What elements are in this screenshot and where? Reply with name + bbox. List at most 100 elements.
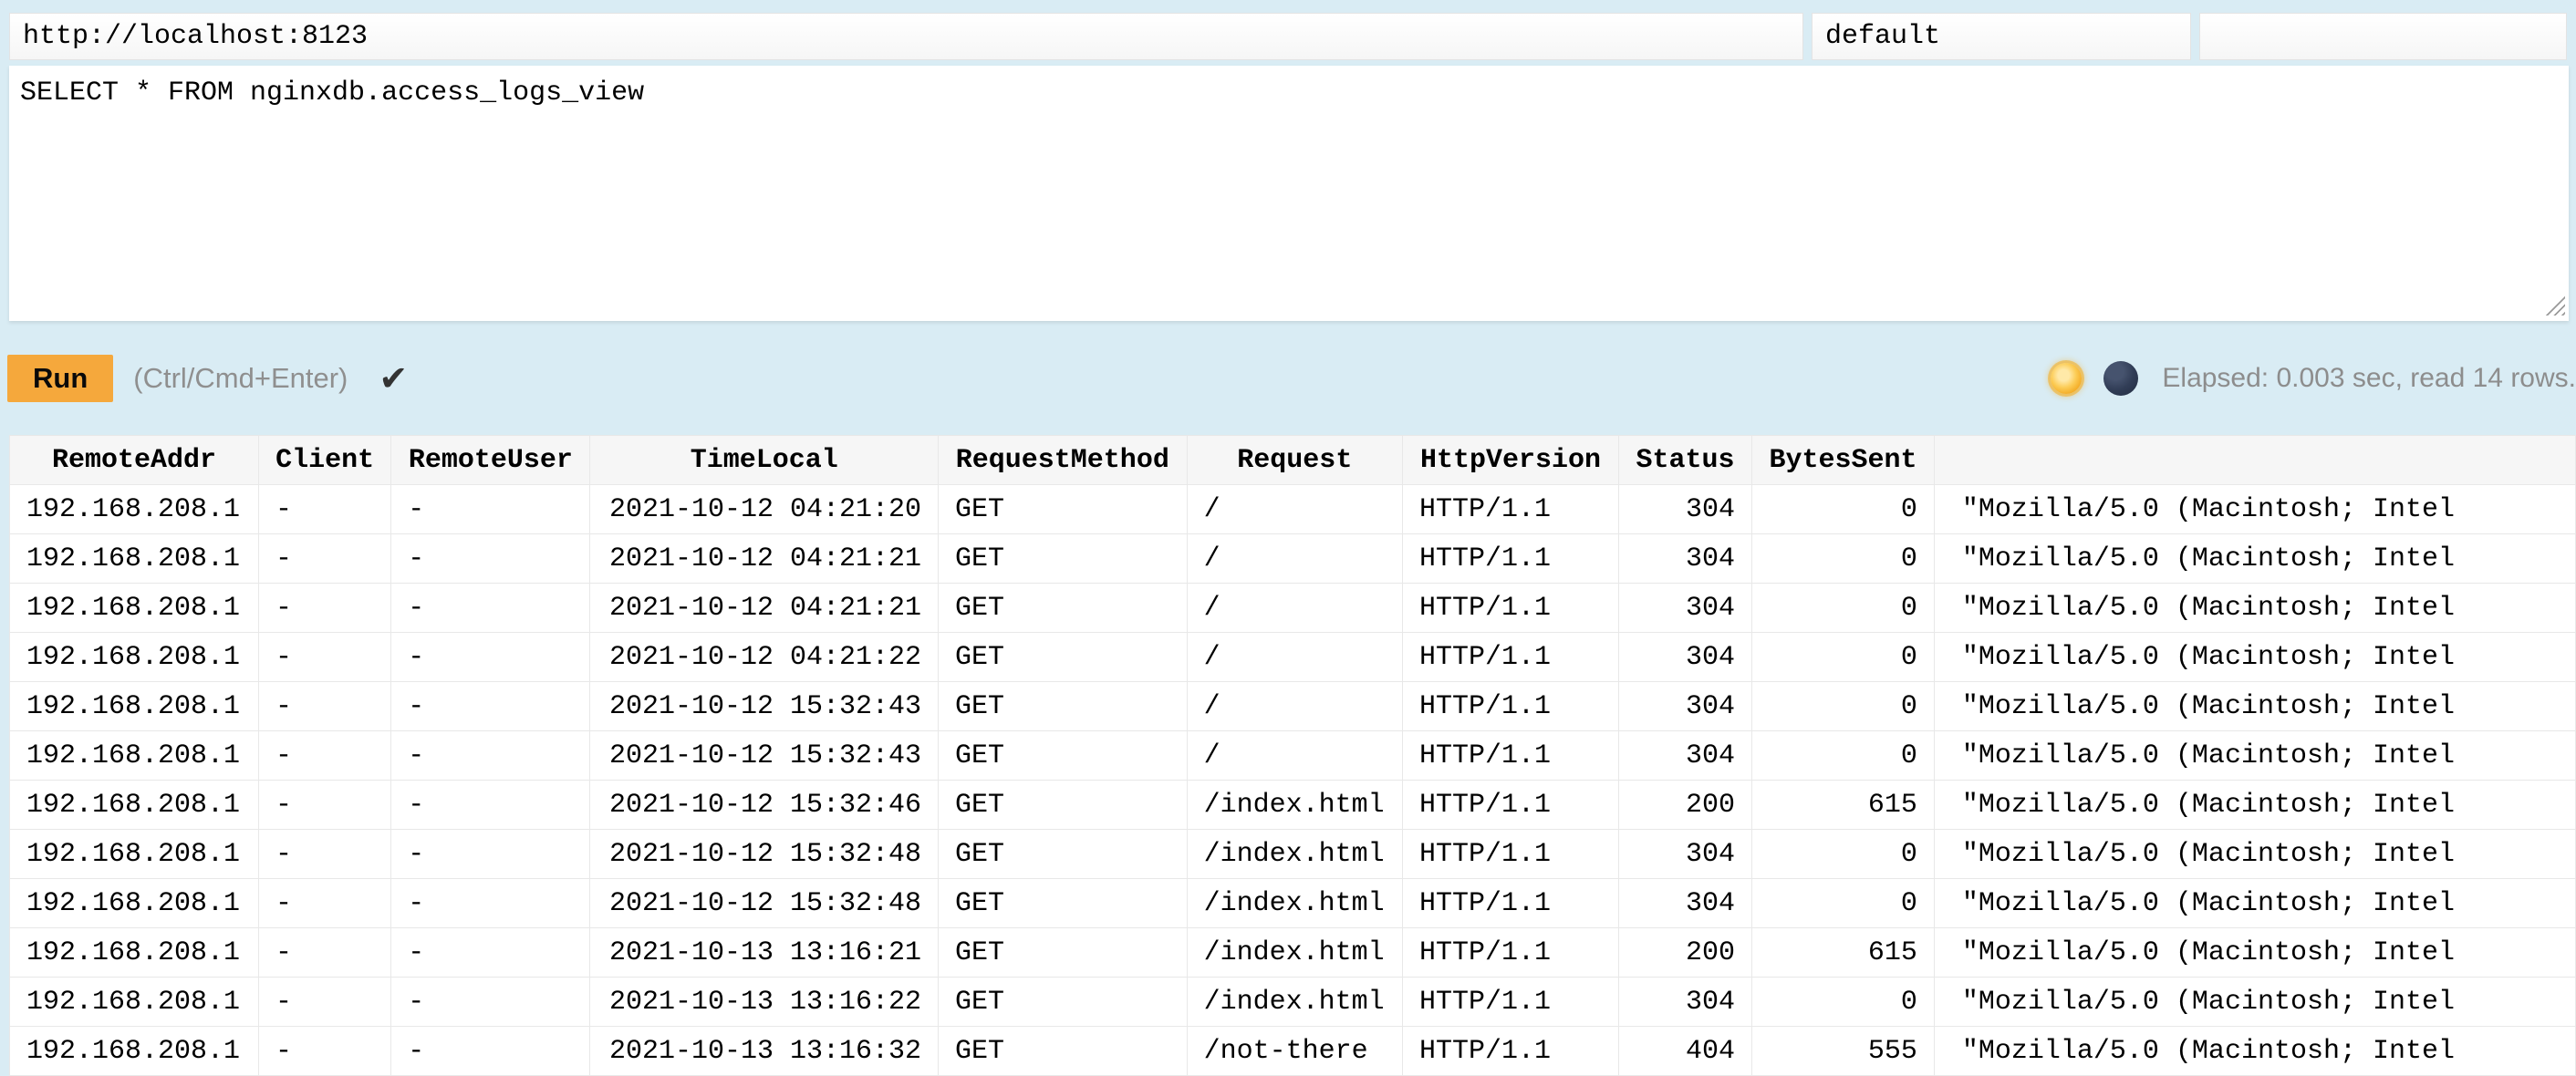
light-theme-sun-icon[interactable]: [2051, 363, 2082, 394]
table-cell: -: [391, 879, 590, 928]
column-header: Request: [1187, 436, 1402, 485]
table-cell: 2021-10-12 15:32:48: [590, 830, 939, 879]
table-cell: 192.168.208.1: [10, 879, 259, 928]
table-cell: HTTP/1.1: [1403, 1027, 1619, 1076]
table-cell: /: [1187, 731, 1402, 781]
table-cell: GET: [939, 633, 1188, 682]
table-cell: -: [391, 830, 590, 879]
table-cell: /: [1187, 534, 1402, 584]
table-cell: 304: [1619, 534, 1752, 584]
query-editor-container: SELECT * FROM nginxdb.access_logs_view: [9, 66, 2569, 321]
server-url-input[interactable]: [9, 13, 1803, 60]
column-header: BytesSent: [1752, 436, 1935, 485]
table-cell: HTTP/1.1: [1403, 682, 1619, 731]
shortcut-hint: (Ctrl/Cmd+Enter): [133, 362, 348, 395]
table-cell: -: [391, 534, 590, 584]
table-cell: /index.html: [1187, 781, 1402, 830]
table-cell: "Mozilla/5.0 (Macintosh; Intel: [1934, 584, 2575, 633]
table-cell: "Mozilla/5.0 (Macintosh; Intel: [1934, 534, 2575, 584]
table-cell: 0: [1752, 485, 1935, 534]
table-header-row: RemoteAddrClientRemoteUserTimeLocalReque…: [10, 436, 2576, 485]
column-header: HttpVersion: [1403, 436, 1619, 485]
table-row: 192.168.208.1--2021-10-12 04:21:21GET/HT…: [10, 584, 2576, 633]
table-cell: HTTP/1.1: [1403, 731, 1619, 781]
table-cell: HTTP/1.1: [1403, 534, 1619, 584]
toolbar-right: Elapsed: 0.003 sec, read 14 rows.: [2051, 361, 2576, 396]
dark-theme-moon-icon[interactable]: [2103, 361, 2138, 396]
table-cell: 0: [1752, 534, 1935, 584]
table-cell: 2021-10-12 15:32:48: [590, 879, 939, 928]
table-cell: -: [259, 534, 391, 584]
query-textarea[interactable]: SELECT * FROM nginxdb.access_logs_view: [9, 66, 2569, 321]
table-cell: 304: [1619, 731, 1752, 781]
table-cell: 2021-10-12 04:21:21: [590, 534, 939, 584]
table-cell: 2021-10-13 13:16:21: [590, 928, 939, 978]
table-cell: 0: [1752, 978, 1935, 1027]
table-cell: 192.168.208.1: [10, 682, 259, 731]
table-cell: /: [1187, 682, 1402, 731]
table-cell: 2021-10-12 04:21:22: [590, 633, 939, 682]
query-stats: Elapsed: 0.003 sec, read 14 rows.: [2162, 363, 2576, 394]
table-cell: 192.168.208.1: [10, 485, 259, 534]
table-cell: 2021-10-12 15:32:43: [590, 731, 939, 781]
table-cell: -: [391, 781, 590, 830]
table-cell: -: [391, 978, 590, 1027]
table-cell: "Mozilla/5.0 (Macintosh; Intel: [1934, 731, 2575, 781]
table-cell: GET: [939, 731, 1188, 781]
query-success-check-icon: ✔: [379, 358, 408, 398]
table-cell: 192.168.208.1: [10, 978, 259, 1027]
table-cell: -: [391, 485, 590, 534]
column-header: RequestMethod: [939, 436, 1188, 485]
table-cell: "Mozilla/5.0 (Macintosh; Intel: [1934, 633, 2575, 682]
table-row: 192.168.208.1--2021-10-12 15:32:48GET/in…: [10, 830, 2576, 879]
table-cell: 304: [1619, 830, 1752, 879]
table-cell: GET: [939, 781, 1188, 830]
column-header: Client: [259, 436, 391, 485]
table-cell: 2021-10-12 15:32:43: [590, 682, 939, 731]
table-row: 192.168.208.1--2021-10-12 04:21:22GET/HT…: [10, 633, 2576, 682]
table-cell: "Mozilla/5.0 (Macintosh; Intel: [1934, 682, 2575, 731]
run-button[interactable]: Run: [7, 355, 113, 402]
table-cell: 0: [1752, 682, 1935, 731]
table-cell: 304: [1619, 584, 1752, 633]
table-cell: /index.html: [1187, 830, 1402, 879]
table-cell: GET: [939, 584, 1188, 633]
table-cell: HTTP/1.1: [1403, 978, 1619, 1027]
table-cell: -: [391, 731, 590, 781]
table-row: 192.168.208.1--2021-10-12 15:32:43GET/HT…: [10, 682, 2576, 731]
table-cell: 192.168.208.1: [10, 830, 259, 879]
table-cell: -: [391, 1027, 590, 1076]
table-cell: 0: [1752, 633, 1935, 682]
table-cell: 0: [1752, 731, 1935, 781]
table-cell: HTTP/1.1: [1403, 830, 1619, 879]
table-cell: 304: [1619, 978, 1752, 1027]
table-cell: /not-there: [1187, 1027, 1402, 1076]
table-cell: 2021-10-12 04:21:20: [590, 485, 939, 534]
table-row: 192.168.208.1--2021-10-13 13:16:22GET/in…: [10, 978, 2576, 1027]
table-cell: 304: [1619, 485, 1752, 534]
table-cell: 304: [1619, 879, 1752, 928]
table-cell: -: [259, 584, 391, 633]
table-cell: HTTP/1.1: [1403, 485, 1619, 534]
user-input[interactable]: [1812, 13, 2191, 60]
table-cell: 0: [1752, 830, 1935, 879]
table-cell: GET: [939, 1027, 1188, 1076]
password-input[interactable]: [2199, 13, 2567, 60]
table-row: 192.168.208.1--2021-10-12 04:21:21GET/HT…: [10, 534, 2576, 584]
table-cell: HTTP/1.1: [1403, 879, 1619, 928]
table-cell: /index.html: [1187, 928, 1402, 978]
table-cell: GET: [939, 928, 1188, 978]
table-row: 192.168.208.1--2021-10-12 15:32:46GET/in…: [10, 781, 2576, 830]
table-cell: "Mozilla/5.0 (Macintosh; Intel: [1934, 830, 2575, 879]
table-row: 192.168.208.1--2021-10-13 13:16:21GET/in…: [10, 928, 2576, 978]
table-cell: 2021-10-12 15:32:46: [590, 781, 939, 830]
table-cell: -: [391, 584, 590, 633]
toolbar: Run (Ctrl/Cmd+Enter) ✔ Elapsed: 0.003 se…: [0, 321, 2576, 435]
table-cell: -: [391, 928, 590, 978]
table-cell: 0: [1752, 584, 1935, 633]
table-cell: 192.168.208.1: [10, 584, 259, 633]
table-cell: 2021-10-12 04:21:21: [590, 584, 939, 633]
table-cell: 192.168.208.1: [10, 534, 259, 584]
table-cell: -: [259, 485, 391, 534]
table-cell: -: [259, 731, 391, 781]
